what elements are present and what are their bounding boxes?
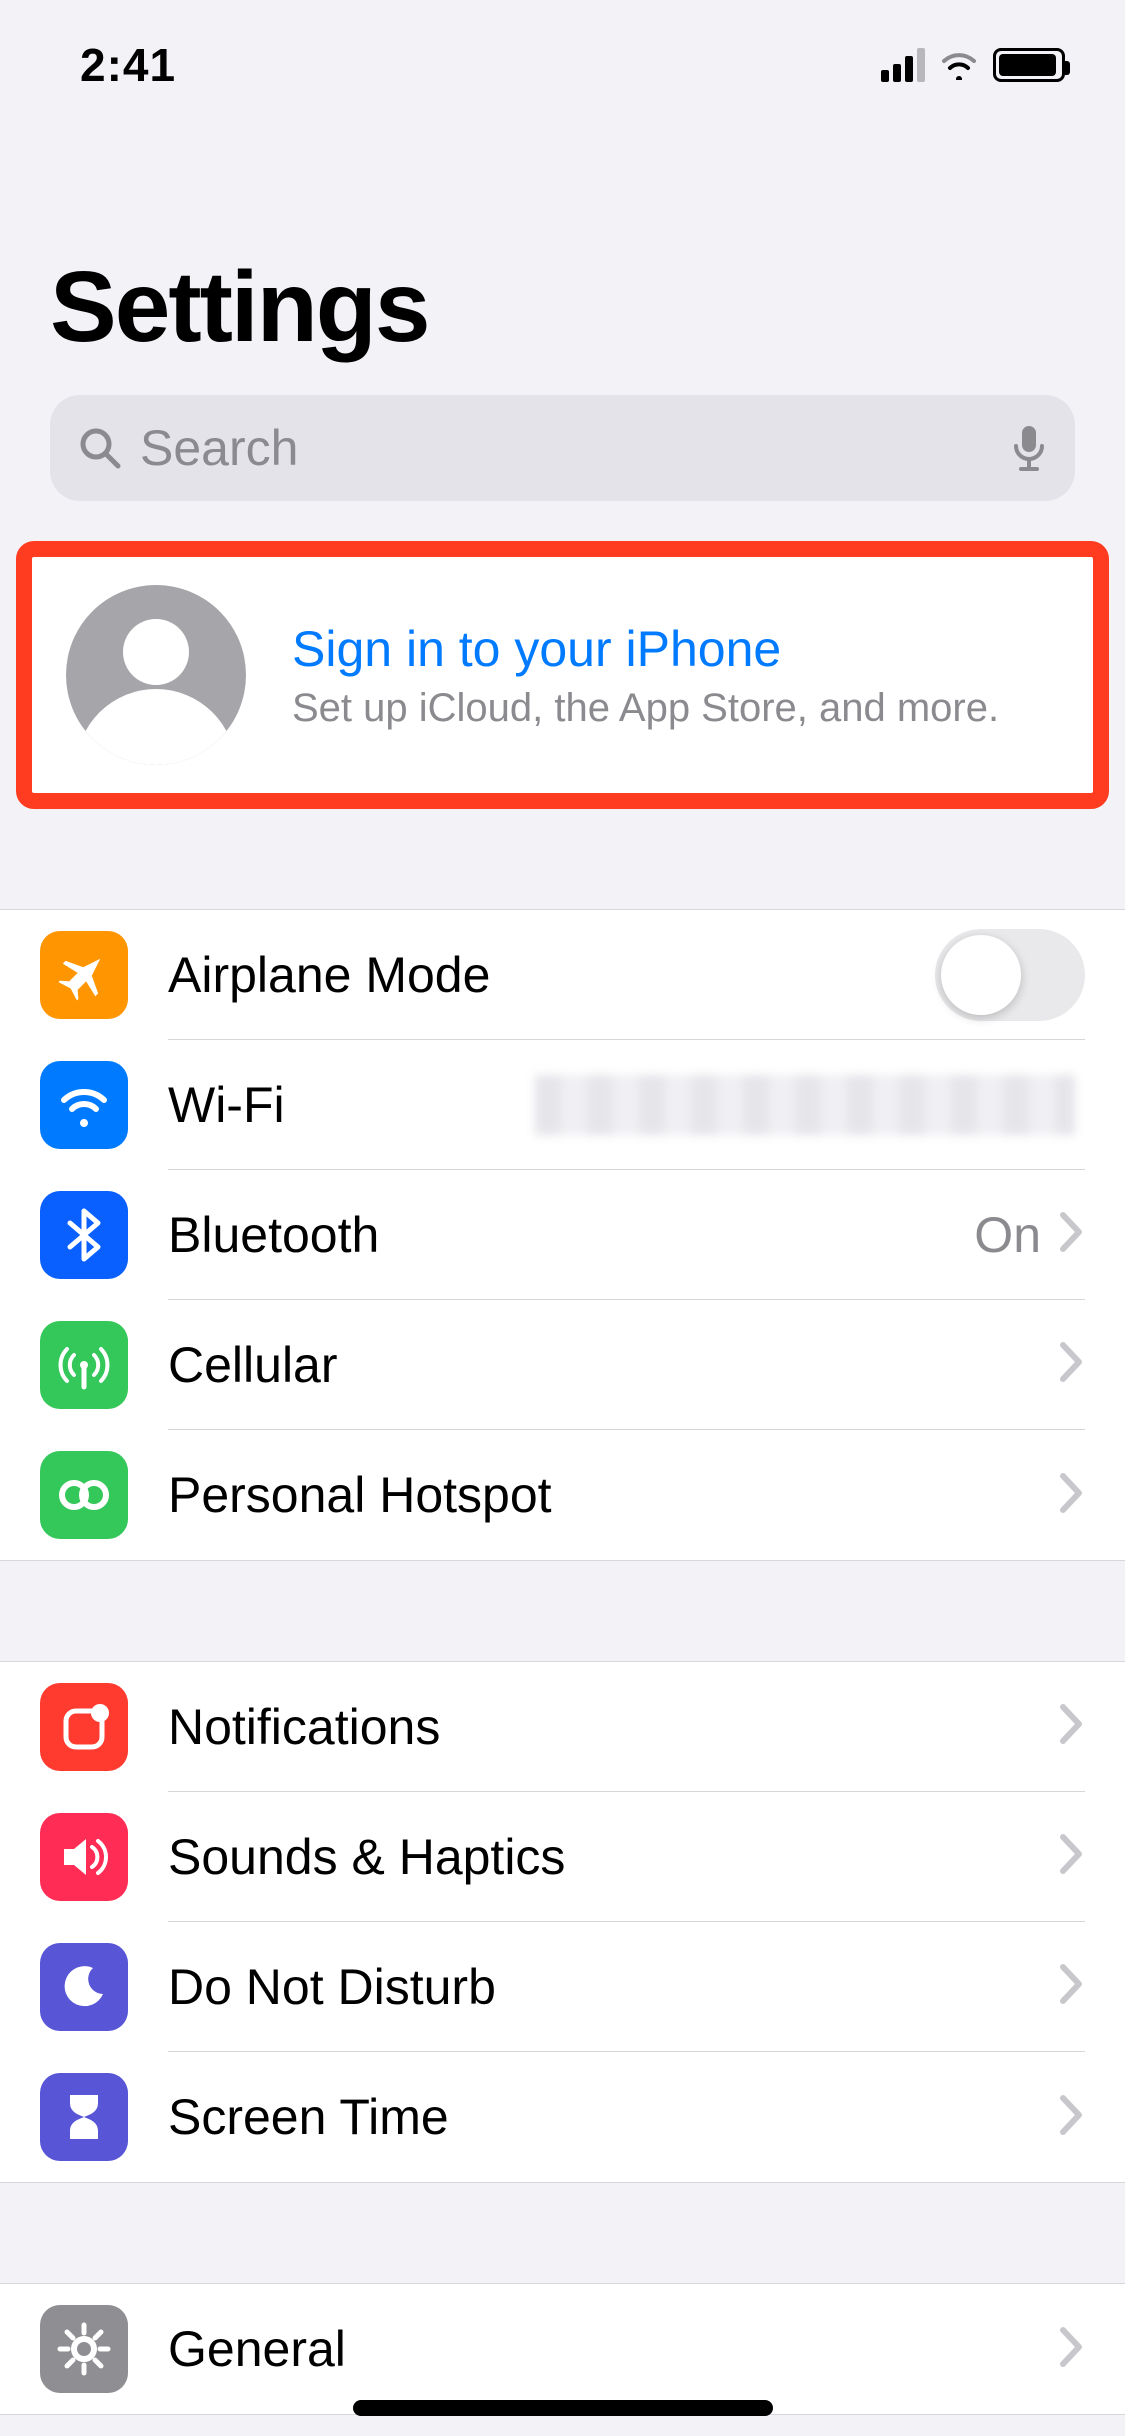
settings-group-connectivity: Airplane Mode Wi-Fi Bluetooth On [0, 909, 1125, 1561]
sign-in-title: Sign in to your iPhone [292, 620, 999, 678]
chevron-right-icon [1059, 2094, 1085, 2141]
wifi-icon [40, 1061, 128, 1149]
bluetooth-icon [40, 1191, 128, 1279]
battery-icon [993, 48, 1065, 82]
airplane-icon [40, 931, 128, 1019]
page-title: Settings [50, 250, 1075, 365]
row-sounds-haptics[interactable]: Sounds & Haptics [0, 1792, 1125, 1922]
row-label: Wi-Fi [168, 1076, 535, 1134]
row-label: Do Not Disturb [168, 1958, 1059, 2016]
sign-in-row[interactable]: Sign in to your iPhone Set up iCloud, th… [16, 541, 1109, 809]
row-screen-time[interactable]: Screen Time [0, 2052, 1125, 2182]
row-label: Cellular [168, 1336, 1059, 1394]
row-airplane-mode[interactable]: Airplane Mode [0, 910, 1125, 1040]
search-input[interactable] [140, 419, 993, 477]
cellular-icon [40, 1321, 128, 1409]
row-label: Notifications [168, 1698, 1059, 1756]
chevron-right-icon [1059, 2326, 1085, 2373]
sign-in-subtitle: Set up iCloud, the App Store, and more. [292, 686, 999, 731]
chevron-right-icon [1059, 1472, 1085, 1519]
chevron-right-icon [1059, 1703, 1085, 1750]
chevron-right-icon [1059, 1833, 1085, 1880]
bluetooth-value: On [974, 1206, 1041, 1264]
settings-group-alerts: Notifications Sounds & Haptics [0, 1661, 1125, 2183]
chevron-right-icon [1059, 1963, 1085, 2010]
hotspot-icon [40, 1451, 128, 1539]
status-time: 2:41 [80, 38, 176, 92]
wifi-network-redacted [535, 1075, 1075, 1135]
row-do-not-disturb[interactable]: Do Not Disturb [0, 1922, 1125, 2052]
microphone-icon[interactable] [1011, 424, 1047, 472]
wifi-status-icon [939, 50, 979, 80]
row-label: Airplane Mode [168, 946, 935, 1004]
home-indicator[interactable] [353, 2400, 773, 2416]
cellular-signal-icon [881, 48, 925, 82]
search-icon [78, 426, 122, 470]
status-bar: 2:41 [0, 0, 1125, 130]
row-personal-hotspot[interactable]: Personal Hotspot [0, 1430, 1125, 1560]
row-label: Sounds & Haptics [168, 1828, 1059, 1886]
airplane-toggle[interactable] [935, 929, 1085, 1021]
row-notifications[interactable]: Notifications [0, 1662, 1125, 1792]
settings-group-general: General [0, 2283, 1125, 2415]
dnd-icon [40, 1943, 128, 2031]
notifications-icon [40, 1683, 128, 1771]
row-label: Bluetooth [168, 1206, 974, 1264]
row-cellular[interactable]: Cellular [0, 1300, 1125, 1430]
row-bluetooth[interactable]: Bluetooth On [0, 1170, 1125, 1300]
row-label: General [168, 2320, 1059, 2378]
status-icons [881, 48, 1065, 82]
sounds-icon [40, 1813, 128, 1901]
gear-icon [40, 2305, 128, 2393]
row-general[interactable]: General [0, 2284, 1125, 2414]
row-label: Screen Time [168, 2088, 1059, 2146]
row-wifi[interactable]: Wi-Fi [0, 1040, 1125, 1170]
search-field[interactable] [50, 395, 1075, 501]
screen-time-icon [40, 2073, 128, 2161]
chevron-right-icon [1059, 1341, 1085, 1388]
row-label: Personal Hotspot [168, 1466, 1059, 1524]
avatar-icon [66, 585, 246, 765]
chevron-right-icon [1059, 1211, 1085, 1258]
